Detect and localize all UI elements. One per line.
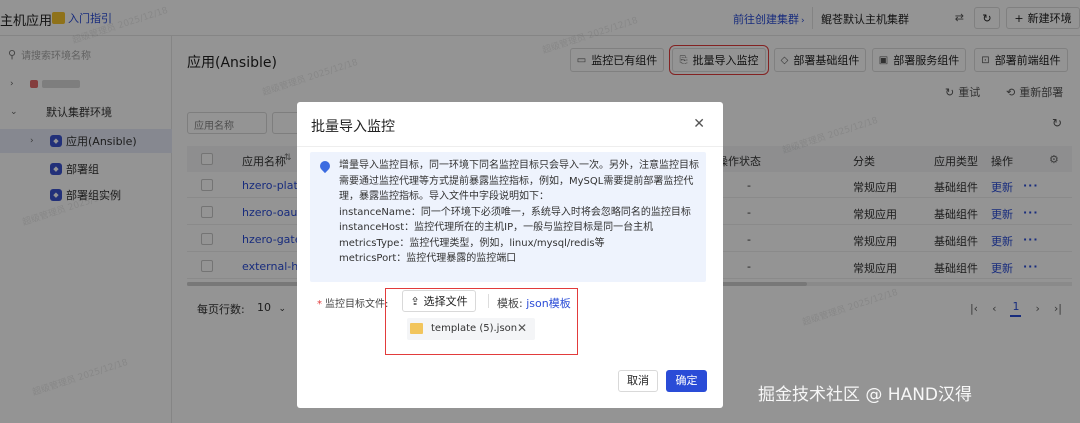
monitor-file-label-text: 监控目标文件: <box>325 299 389 310</box>
upload-icon: ⇪ <box>410 294 420 308</box>
monitor-file-label: * 监控目标文件: <box>317 295 388 310</box>
confirm-button[interactable]: 确定 <box>666 370 707 392</box>
info-line: 需要通过监控代理等方式提前暴露监控指标，例如，MySQL需要提前部署监控代 <box>339 175 694 187</box>
json-template-link[interactable]: json模板 <box>526 297 571 310</box>
required-mark: * <box>317 299 322 310</box>
uploaded-file-name: template (5).json <box>431 323 518 334</box>
info-pin-icon <box>317 158 333 174</box>
template-label-text: 模板: <box>497 297 523 310</box>
close-icon[interactable]: ✕ <box>693 116 705 132</box>
info-line: instanceName：同一个环境下必须唯一，系统导入时将会忽略同名的监控目标 <box>339 206 691 218</box>
info-line: 理，暴露监控指标。导入文件中字段说明如下： <box>339 191 549 202</box>
modal-title: 批量导入监控 <box>311 119 395 135</box>
select-file-button[interactable]: ⇪ 选择文件 <box>402 290 476 312</box>
remove-file-icon[interactable]: ✕ <box>517 321 527 335</box>
template-divider <box>488 294 489 308</box>
select-file-label: 选择文件 <box>423 295 468 308</box>
info-line: metricsType：监控代理类型，例如，linux/mysql/redis等 <box>339 237 605 249</box>
site-credit-watermark: 掘金技术社区 @ HAND汉得 <box>758 385 973 405</box>
info-panel: 增量导入监控目标，同一环境下同名监控目标只会导入一次。另外，注意监控目标 需要通… <box>310 152 706 282</box>
folder-icon <box>410 323 423 334</box>
info-line: instanceHost：监控代理所在的主机IP，一般与监控目标是同一台主机 <box>339 222 654 233</box>
template-label: 模板: json模板 <box>497 295 571 311</box>
modal-divider <box>297 146 723 147</box>
info-line: metricsPort：监控代理暴露的监控端口 <box>339 253 517 264</box>
cancel-button[interactable]: 取消 <box>618 370 658 392</box>
batch-import-modal: 批量导入监控 ✕ 增量导入监控目标，同一环境下同名监控目标只会导入一次。另外，注… <box>297 102 723 408</box>
uploaded-file-chip: template (5).json ✕ <box>407 318 535 340</box>
info-line: 增量导入监控目标，同一环境下同名监控目标只会导入一次。另外，注意监控目标 <box>339 160 699 171</box>
info-text: 增量导入监控目标，同一环境下同名监控目标只会导入一次。另外，注意监控目标 需要通… <box>339 158 701 267</box>
